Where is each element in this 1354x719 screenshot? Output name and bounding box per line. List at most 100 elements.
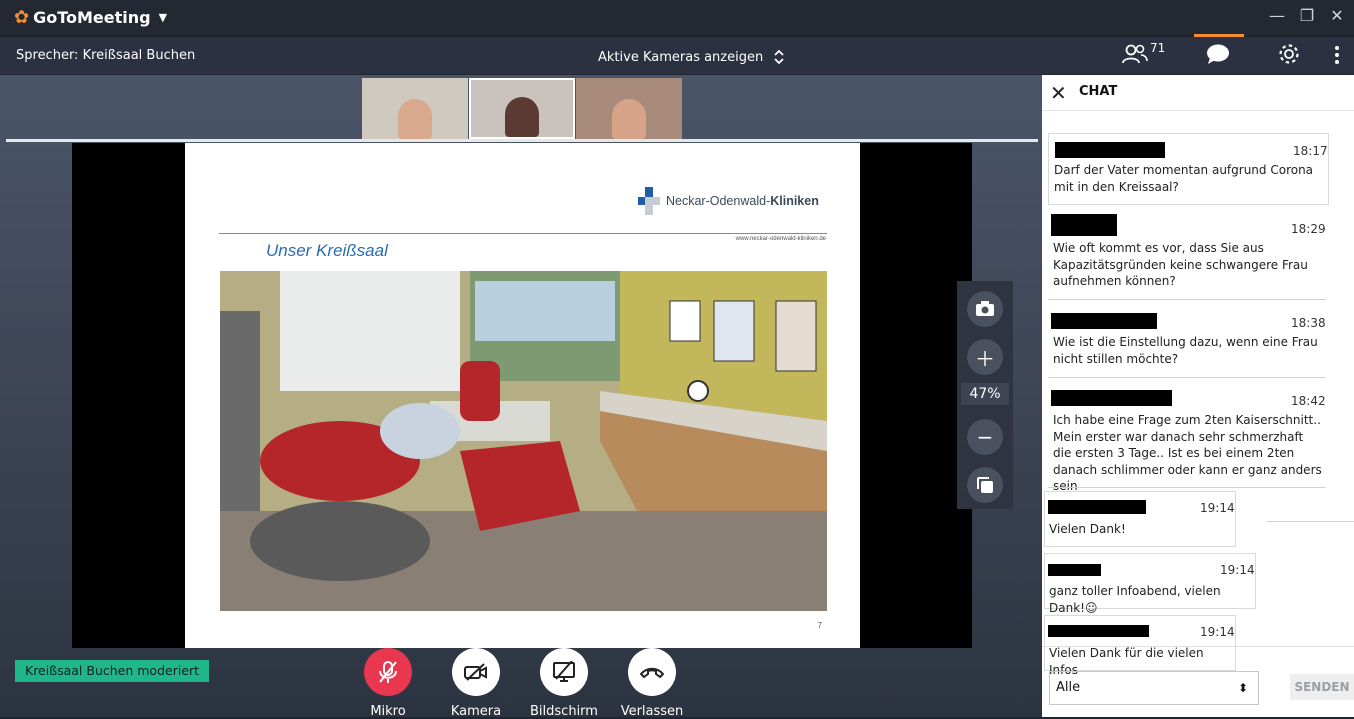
clinic-name-plain: Neckar-Odenwald- bbox=[666, 194, 771, 208]
chat-active-indicator bbox=[1194, 34, 1244, 37]
close-chat-icon[interactable]: ✕ bbox=[1050, 81, 1067, 105]
delivery-room-photo bbox=[220, 271, 827, 611]
screen-share-button[interactable]: Bildschirm bbox=[524, 648, 604, 719]
message-separator bbox=[1048, 377, 1326, 378]
mic-muted-icon bbox=[364, 648, 412, 696]
message-time: 19:14 bbox=[1200, 625, 1235, 639]
gear-icon bbox=[1279, 44, 1299, 64]
clinic-logo: Neckar-Odenwald-Kliniken bbox=[638, 187, 819, 215]
close-window-icon[interactable]: ✕ bbox=[1326, 6, 1348, 25]
camera-off-icon bbox=[452, 648, 500, 696]
mic-button[interactable]: Mikro bbox=[348, 648, 428, 719]
slide-url: www.neckar-odenwald-kliniken.de bbox=[735, 236, 826, 242]
participant-video bbox=[398, 99, 432, 139]
active-cameras-label: Aktive Kameras anzeigen bbox=[598, 49, 764, 65]
plus-icon: ＋ bbox=[975, 346, 995, 371]
recipient-value: Alle bbox=[1056, 680, 1081, 695]
camera-thumbnails bbox=[362, 78, 683, 139]
chat-button[interactable] bbox=[1206, 43, 1230, 70]
message-text: Vielen Dank! bbox=[1049, 522, 1126, 536]
speaker-label: Sprecher: Kreißsaal Buchen bbox=[16, 48, 196, 63]
message-text: Wie ist die Einstellung dazu, wenn eine … bbox=[1053, 335, 1318, 366]
message-time: 18:17 bbox=[1293, 144, 1328, 158]
chat-title: CHAT bbox=[1079, 84, 1118, 99]
slide-title: Unser Kreißsaal bbox=[266, 241, 388, 260]
restore-icon[interactable]: ❐ bbox=[1296, 6, 1318, 25]
active-cameras-toggle[interactable]: Aktive Kameras anzeigen bbox=[598, 48, 785, 66]
updown-chevron-icon bbox=[774, 49, 784, 65]
redacted-sender bbox=[1048, 625, 1149, 637]
participants-button[interactable]: 71 bbox=[1122, 41, 1165, 70]
redacted-sender bbox=[1051, 313, 1157, 329]
send-button[interactable]: SENDEN bbox=[1290, 674, 1354, 700]
chat-bubble-icon bbox=[1207, 44, 1229, 64]
message-text: Ich habe eine Frage zum 2ten Kaiserschni… bbox=[1053, 413, 1322, 493]
redacted-sender bbox=[1055, 142, 1165, 158]
slide-page-number: 7 bbox=[817, 621, 822, 630]
clinic-cross-icon bbox=[638, 187, 660, 215]
moderator-badge: Kreißsaal Buchen moderiert bbox=[15, 660, 210, 682]
meeting-stage: Neckar-Odenwald-Kliniken www.neckar-oden… bbox=[0, 75, 1042, 719]
app-name: GoToMeeting bbox=[33, 8, 151, 27]
more-options-button[interactable] bbox=[1334, 45, 1340, 70]
message-separator bbox=[1048, 299, 1326, 300]
chevron-down-icon[interactable]: ▼ bbox=[159, 11, 167, 24]
message-separator bbox=[1267, 521, 1354, 522]
message-time: 18:38 bbox=[1291, 316, 1326, 330]
gotomeeting-flower-icon: ✿ bbox=[14, 7, 30, 28]
participant-video bbox=[612, 99, 646, 139]
camera-icon bbox=[976, 301, 994, 316]
minimize-icon[interactable]: — bbox=[1266, 6, 1288, 25]
message-separator bbox=[1048, 487, 1326, 488]
chat-message: 18:42 Ich habe eine Frage zum 2ten Kaise… bbox=[1048, 387, 1329, 493]
message-time: 19:14 bbox=[1220, 563, 1255, 577]
participant-count: 71 bbox=[1150, 41, 1166, 55]
people-icon bbox=[1122, 44, 1148, 64]
camera-thumbnail[interactable] bbox=[576, 78, 682, 139]
zoom-level: 47% bbox=[961, 383, 1009, 405]
screen-share-view[interactable]: Neckar-Odenwald-Kliniken www.neckar-oden… bbox=[72, 143, 972, 648]
hangup-icon bbox=[628, 648, 676, 696]
redacted-sender bbox=[1051, 390, 1172, 406]
zoom-in-button[interactable]: ＋ bbox=[967, 339, 1003, 375]
redacted-sender bbox=[1051, 214, 1117, 236]
chat-message: 18:38 Wie ist die Einstellung dazu, wenn… bbox=[1048, 309, 1329, 377]
copy-windows-icon bbox=[977, 477, 993, 493]
redacted-sender bbox=[1048, 500, 1146, 514]
message-time: 19:14 bbox=[1200, 501, 1235, 515]
message-text: Wie oft kommt es vor, dass Sie aus Kapaz… bbox=[1053, 241, 1308, 288]
camera-thumbnail-selected[interactable] bbox=[469, 78, 575, 139]
message-time: 18:29 bbox=[1291, 222, 1326, 236]
message-text: Darf der Vater momentan aufgrund Corona … bbox=[1054, 163, 1314, 194]
screen-off-icon bbox=[540, 648, 588, 696]
chat-message: 19:14 ganz toller Infoabend, vielen Dank… bbox=[1044, 553, 1256, 615]
app-logo[interactable]: ✿ GoToMeeting ▼ bbox=[14, 7, 167, 28]
message-text: ganz toller Infoabend, vielen Dank!☺ bbox=[1049, 584, 1221, 615]
chat-panel: ✕ CHAT 18:17 Darf der Vater momentan auf… bbox=[1042, 75, 1354, 717]
title-bar: ✿ GoToMeeting ▼ — ❐ ✕ bbox=[0, 0, 1354, 35]
chat-message: 18:29 Wie oft kommt es vor, dass Sie aus… bbox=[1048, 211, 1329, 299]
fit-screen-button[interactable] bbox=[967, 467, 1003, 503]
message-time: 18:42 bbox=[1291, 394, 1326, 408]
camera-button[interactable]: Kamera bbox=[436, 648, 516, 719]
chat-header: ✕ CHAT bbox=[1042, 75, 1354, 111]
meeting-toolbar: Sprecher: Kreißsaal Buchen Aktive Kamera… bbox=[0, 36, 1354, 74]
updown-chevron-icon: ⬍ bbox=[1237, 681, 1248, 695]
chat-message: 19:14 Vielen Dank! bbox=[1044, 491, 1236, 547]
zoom-panel: ＋ 47% − bbox=[957, 281, 1013, 509]
participant-video bbox=[505, 97, 539, 137]
settings-button[interactable] bbox=[1278, 43, 1300, 70]
redacted-sender bbox=[1048, 564, 1101, 576]
slide-rule bbox=[219, 233, 827, 234]
recipient-select[interactable]: Alle ⬍ bbox=[1049, 671, 1259, 705]
zoom-out-button[interactable]: − bbox=[967, 419, 1003, 455]
snapshot-button[interactable] bbox=[967, 291, 1003, 327]
clinic-name-bold: Kliniken bbox=[770, 194, 819, 208]
chat-compose: Alle ⬍ SENDEN bbox=[1042, 646, 1354, 717]
leave-button[interactable]: Verlassen bbox=[612, 648, 692, 719]
camera-thumbnail[interactable] bbox=[362, 78, 468, 139]
kebab-menu-icon bbox=[1335, 46, 1339, 64]
chat-message: 18:17 Darf der Vater momentan aufgrund C… bbox=[1048, 133, 1329, 205]
thumbnail-divider[interactable] bbox=[6, 139, 1038, 142]
presentation-slide: Neckar-Odenwald-Kliniken www.neckar-oden… bbox=[185, 143, 860, 648]
